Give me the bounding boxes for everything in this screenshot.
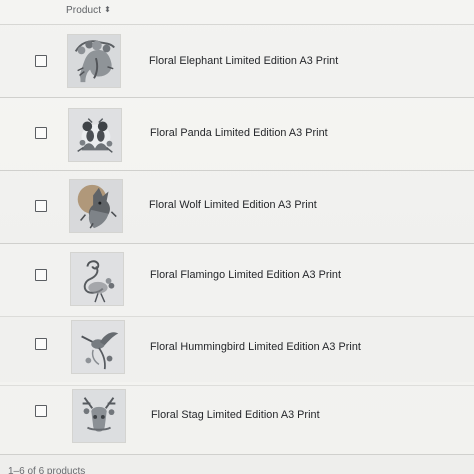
product-title[interactable]: Floral Hummingbird Limited Edition A3 Pr… bbox=[150, 341, 361, 353]
row-checkbox[interactable] bbox=[35, 127, 47, 139]
floral-hummingbird-thumbnail-icon[interactable] bbox=[71, 320, 125, 374]
product-title[interactable]: Floral Flamingo Limited Edition A3 Print bbox=[150, 269, 341, 281]
product-title[interactable]: Floral Elephant Limited Edition A3 Print bbox=[149, 55, 338, 67]
table-header: Product ⬍ bbox=[0, 0, 474, 25]
row-checkbox[interactable] bbox=[35, 338, 47, 350]
row-checkbox[interactable] bbox=[35, 200, 47, 212]
product-title[interactable]: Floral Wolf Limited Edition A3 Print bbox=[149, 199, 317, 211]
table-row[interactable]: Floral Panda Limited Edition A3 Print bbox=[0, 98, 474, 171]
table-row[interactable]: Floral Wolf Limited Edition A3 Print bbox=[0, 171, 474, 244]
table-row[interactable]: Floral Elephant Limited Edition A3 Print bbox=[0, 25, 474, 98]
product-title[interactable]: Floral Stag Limited Edition A3 Print bbox=[151, 409, 320, 421]
product-title[interactable]: Floral Panda Limited Edition A3 Print bbox=[150, 127, 328, 139]
row-checkbox[interactable] bbox=[35, 405, 47, 417]
row-checkbox[interactable] bbox=[35, 269, 47, 281]
floral-wolf-thumbnail-icon[interactable] bbox=[69, 179, 123, 233]
row-checkbox[interactable] bbox=[35, 55, 47, 67]
product-count-footer: 1–6 of 6 products bbox=[8, 466, 86, 474]
product-column-label: Product bbox=[66, 5, 102, 16]
product-table-screen: Product ⬍ Floral Elephant Limited Editio… bbox=[0, 0, 474, 474]
sort-arrows-icon[interactable]: ⬍ bbox=[104, 5, 111, 14]
floral-elephant-thumbnail-icon[interactable] bbox=[67, 34, 121, 88]
table-row[interactable]: Floral Flamingo Limited Edition A3 Print bbox=[0, 244, 474, 317]
floral-stag-thumbnail-icon[interactable] bbox=[72, 389, 126, 443]
product-column-header[interactable]: Product ⬍ bbox=[66, 5, 111, 16]
floral-flamingo-thumbnail-icon[interactable] bbox=[70, 252, 124, 306]
table-row[interactable]: Floral Stag Limited Edition A3 Print bbox=[0, 382, 474, 455]
table-row[interactable]: Floral Hummingbird Limited Edition A3 Pr… bbox=[0, 313, 474, 386]
floral-panda-thumbnail-icon[interactable] bbox=[68, 108, 122, 162]
